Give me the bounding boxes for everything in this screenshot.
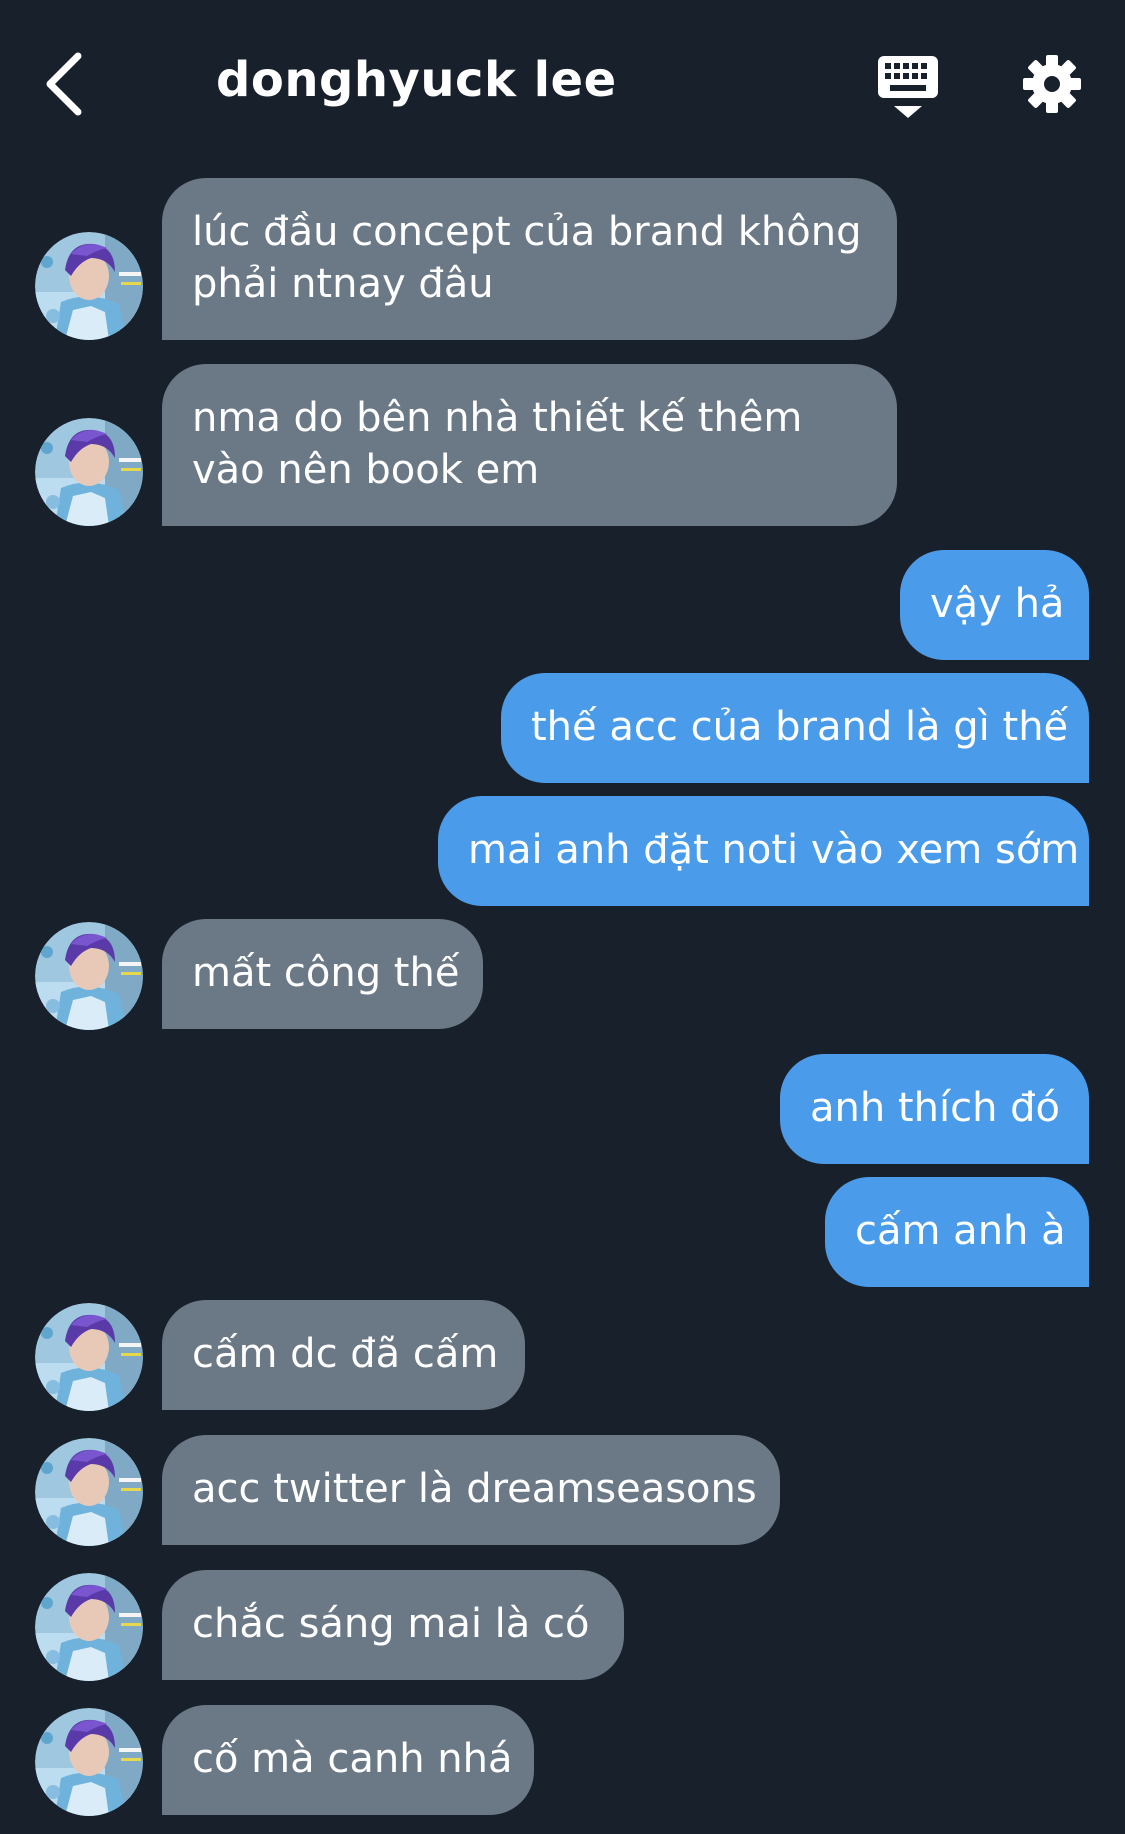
message-bubble-outgoing: vậy hả: [900, 550, 1089, 660]
avatar[interactable]: [35, 1303, 143, 1411]
message-bubble-incoming: cố mà canh nhá: [162, 1705, 534, 1815]
message-list: lúc đầu concept của brand không phải ntn…: [0, 0, 1125, 1834]
chat-screen: donghyuck lee lúc đầu concept của brand …: [0, 0, 1125, 1834]
avatar[interactable]: [35, 232, 143, 340]
message-bubble-outgoing: cấm anh à: [825, 1177, 1089, 1287]
message-bubble-incoming: mất công thế: [162, 919, 483, 1029]
message-bubble-incoming: nma do bên nhà thiết kế thêm vào nên boo…: [162, 364, 897, 526]
avatar-image: [35, 1708, 143, 1816]
message-bubble-incoming: lúc đầu concept của brand không phải ntn…: [162, 178, 897, 340]
avatar[interactable]: [35, 1573, 143, 1681]
message-bubble-incoming: cấm dc đã cấm: [162, 1300, 525, 1410]
avatar[interactable]: [35, 1438, 143, 1546]
avatar[interactable]: [35, 922, 143, 1030]
message-bubble-incoming: chắc sáng mai là có: [162, 1570, 624, 1680]
avatar[interactable]: [35, 418, 143, 526]
avatar[interactable]: [35, 1708, 143, 1816]
message-bubble-incoming: acc twitter là dreamseasons: [162, 1435, 780, 1545]
avatar-image: [35, 1573, 143, 1681]
message-bubble-outgoing: thế acc của brand là gì thế: [501, 673, 1089, 783]
avatar-image: [35, 418, 143, 526]
avatar-image: [35, 922, 143, 1030]
avatar-image: [35, 1303, 143, 1411]
avatar-image: [35, 1438, 143, 1546]
message-bubble-outgoing: anh thích đó: [780, 1054, 1089, 1164]
message-bubble-outgoing: mai anh đặt noti vào xem sớm: [438, 796, 1089, 906]
avatar-image: [35, 232, 143, 340]
